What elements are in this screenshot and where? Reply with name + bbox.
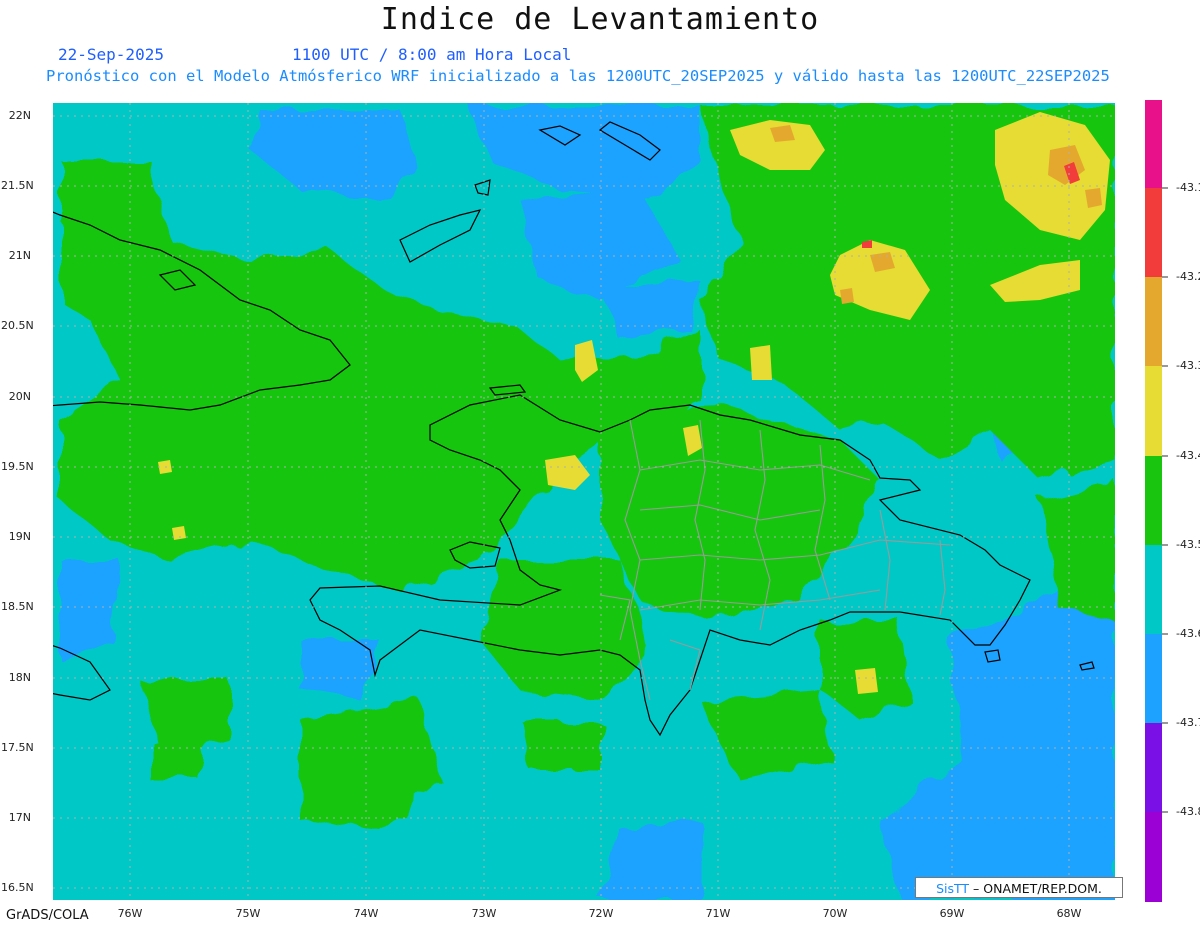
- colorbar-bin-8: [1145, 723, 1162, 812]
- lon-label: 70W: [822, 907, 848, 920]
- lat-label: 19.5N: [1, 460, 34, 473]
- lat-label: 17N: [8, 811, 31, 824]
- lat-label: 22N: [8, 109, 31, 122]
- lat-label: 17.5N: [1, 741, 34, 754]
- colorbar: [1145, 100, 1168, 902]
- colorbar-label: -43.8: [1176, 805, 1200, 818]
- colorbar-label: -43.3: [1176, 359, 1200, 372]
- lon-label: 68W: [1056, 907, 1082, 920]
- lat-label: 19N: [8, 530, 31, 543]
- colorbar-label: -43.2: [1176, 270, 1200, 283]
- lon-label: 71W: [705, 907, 731, 920]
- lon-label: 76W: [117, 907, 143, 920]
- lon-label: 69W: [939, 907, 965, 920]
- colorbar-label: -43.5: [1176, 538, 1200, 551]
- lat-label: 18N: [8, 671, 31, 684]
- colorbar-label: -43.6: [1176, 627, 1200, 640]
- lat-label: 21.5N: [1, 179, 34, 192]
- credit-brand: SisTT: [936, 881, 970, 896]
- colorbar-bin-3: [1145, 277, 1162, 366]
- colorbar-bin-2: [1145, 188, 1162, 277]
- lat-label: 21N: [8, 249, 31, 262]
- colorbar-bin-4: [1145, 366, 1162, 456]
- map-panel: [53, 100, 1168, 902]
- lat-label: 20.5N: [1, 319, 34, 332]
- lon-label: 74W: [353, 907, 379, 920]
- lon-label: 72W: [588, 907, 614, 920]
- colorbar-bin-6: [1145, 545, 1162, 634]
- colorbar-label: -43.4: [1176, 449, 1200, 462]
- credit-text: – ONAMET/REP.DOM.: [969, 881, 1102, 896]
- colorbar-bin-9: [1145, 812, 1162, 902]
- colorbar-bin-7: [1145, 634, 1162, 723]
- lifted-index-field: [53, 103, 1115, 900]
- lon-label: 75W: [235, 907, 261, 920]
- lat-label: 16.5N: [1, 881, 34, 894]
- credit-box: SisTT – ONAMET/REP.DOM.: [915, 877, 1123, 898]
- software-credit: GrADS/COLA: [6, 908, 89, 923]
- lon-label: 73W: [471, 907, 497, 920]
- colorbar-bin-5: [1145, 456, 1162, 545]
- lat-label: 20N: [8, 390, 31, 403]
- colorbar-label: -43.1: [1176, 181, 1200, 194]
- colorbar-label: -43.7: [1176, 716, 1200, 729]
- lat-label: 18.5N: [1, 600, 34, 613]
- colorbar-bin-1: [1145, 100, 1162, 188]
